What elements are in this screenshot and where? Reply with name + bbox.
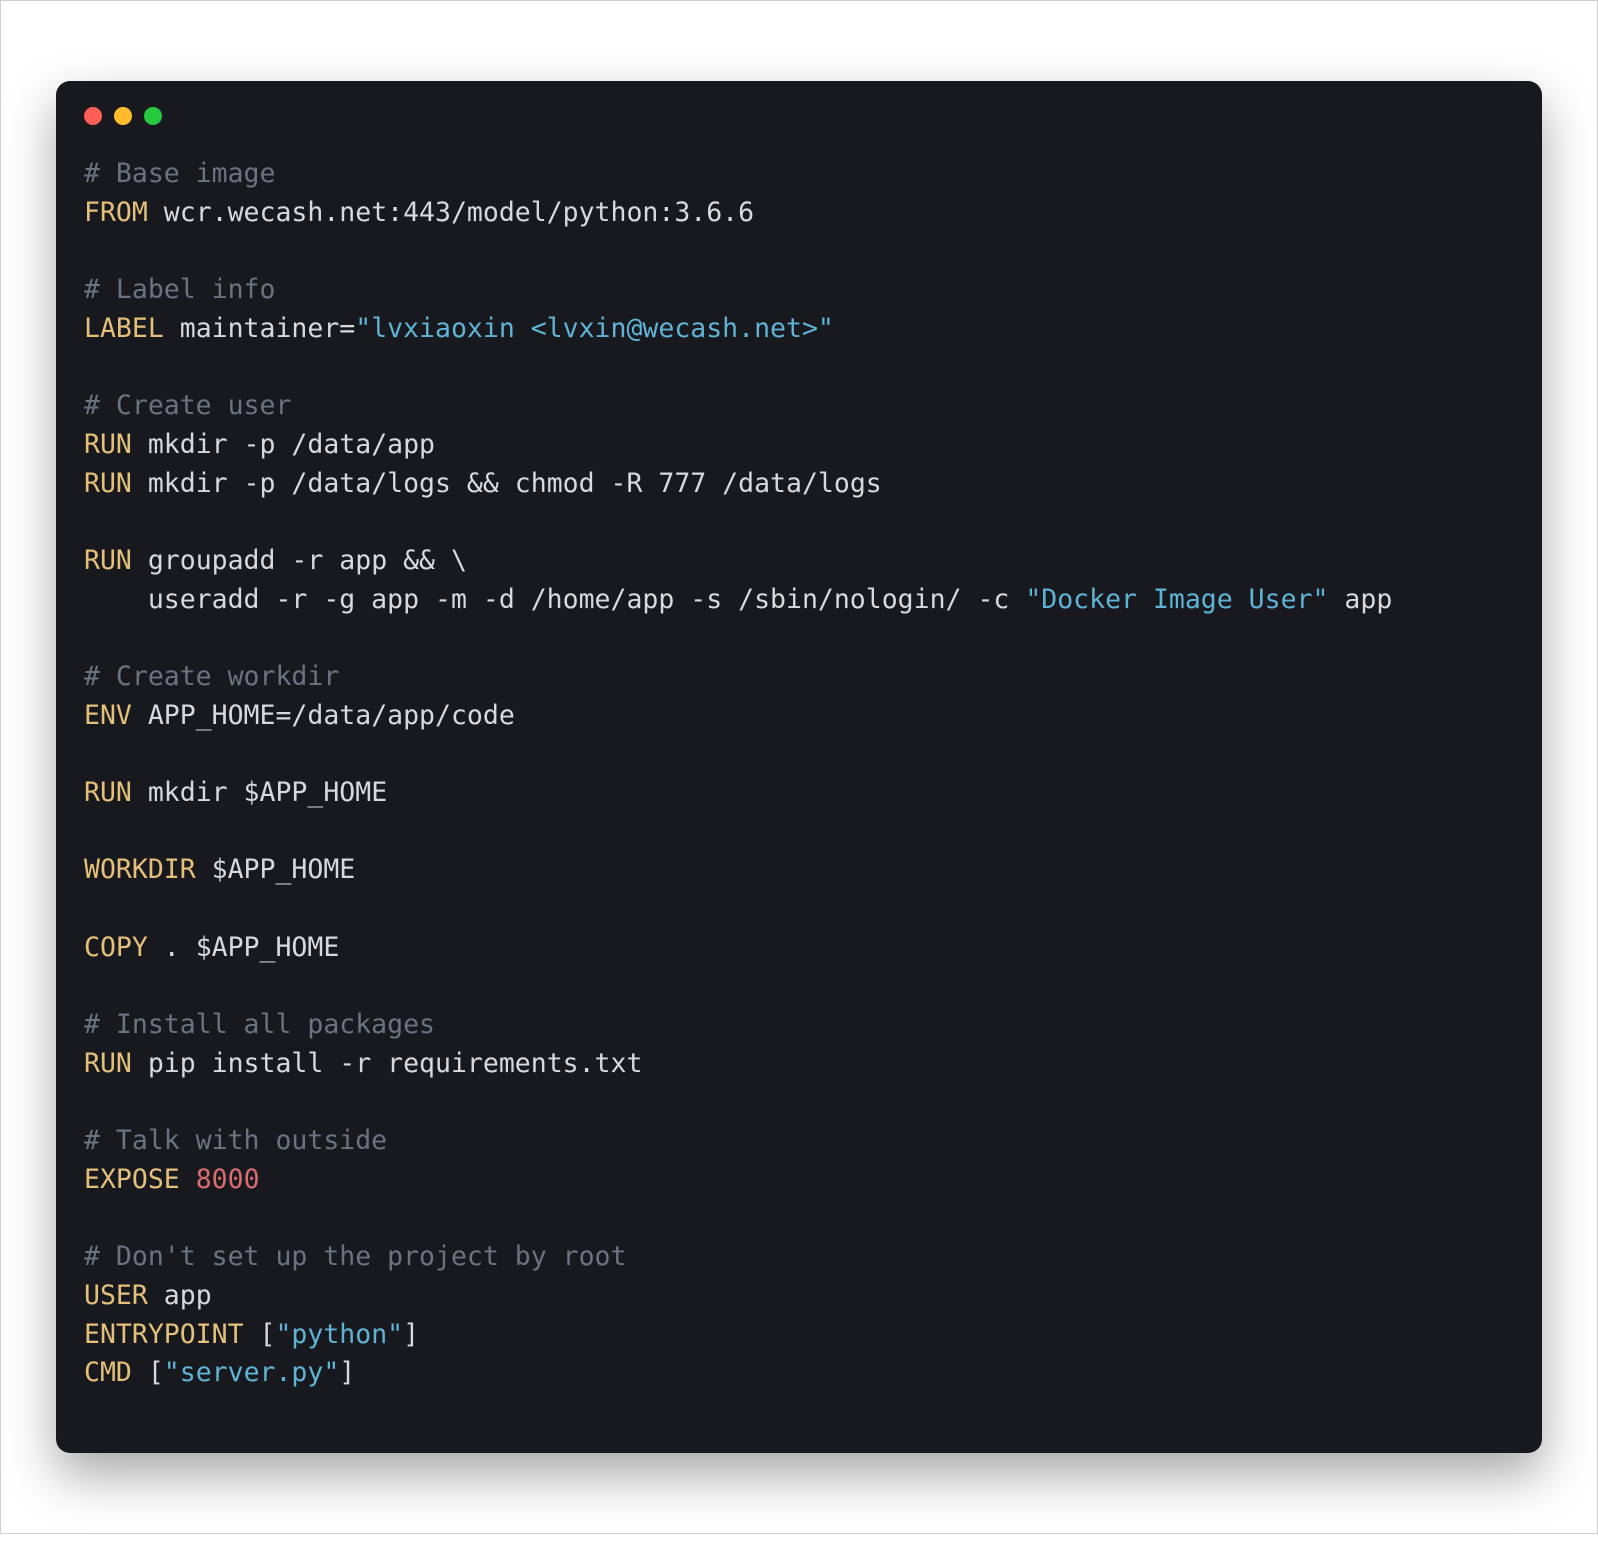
- code-token: # Create user: [84, 390, 291, 421]
- code-token: $APP_HOME: [196, 854, 356, 885]
- code-token: groupadd -r app && \: [132, 545, 467, 576]
- code-token: useradd -r -g app -m -d /home/app -s /sb…: [84, 584, 1025, 615]
- code-token: "Docker Image User": [1025, 584, 1328, 615]
- code-token: RUN: [84, 429, 132, 460]
- code-token: [180, 1164, 196, 1195]
- code-token: # Install all packages: [84, 1009, 435, 1040]
- minimize-icon[interactable]: [114, 107, 132, 125]
- code-token: mkdir -p /data/app: [132, 429, 435, 460]
- code-token: FROM: [84, 197, 148, 228]
- code-window: # Base image FROM wcr.wecash.net:443/mod…: [56, 81, 1542, 1453]
- code-token: USER: [84, 1280, 148, 1311]
- code-token: APP_HOME=/data/app/code: [132, 700, 515, 731]
- code-token: 8000: [196, 1164, 260, 1195]
- code-token: wcr.wecash.net:443/model/python:3.6.6: [148, 197, 754, 228]
- code-token: pip install -r requirements.txt: [132, 1048, 643, 1079]
- code-token: mkdir -p /data/logs && chmod -R 777 /dat…: [132, 468, 882, 499]
- code-token: app: [148, 1280, 212, 1311]
- code-token: # Don't set up the project by root: [84, 1241, 626, 1272]
- code-token: mkdir $APP_HOME: [132, 777, 387, 808]
- code-token: COPY: [84, 932, 148, 963]
- code-token: ENTRYPOINT: [84, 1319, 244, 1350]
- code-token: # Base image: [84, 158, 275, 189]
- code-token: "server.py": [164, 1357, 340, 1388]
- code-token: "python": [275, 1319, 403, 1350]
- code-token: ]: [339, 1357, 355, 1388]
- code-token: [: [132, 1357, 164, 1388]
- code-token: EXPOSE: [84, 1164, 180, 1195]
- code-token: RUN: [84, 545, 132, 576]
- code-token: ]: [403, 1319, 419, 1350]
- window-controls: [84, 107, 1514, 125]
- code-token: ENV: [84, 700, 132, 731]
- maximize-icon[interactable]: [144, 107, 162, 125]
- code-token: RUN: [84, 1048, 132, 1079]
- code-token: LABEL: [84, 313, 164, 344]
- code-token: "lvxiaoxin <lvxin@wecash.net>": [355, 313, 834, 344]
- dockerfile-code: # Base image FROM wcr.wecash.net:443/mod…: [84, 155, 1514, 1393]
- close-icon[interactable]: [84, 107, 102, 125]
- code-token: RUN: [84, 777, 132, 808]
- code-token: maintainer=: [164, 313, 355, 344]
- code-token: CMD: [84, 1357, 132, 1388]
- code-token: RUN: [84, 468, 132, 499]
- code-token: WORKDIR: [84, 854, 196, 885]
- code-token: app: [1328, 584, 1392, 615]
- code-token: # Create workdir: [84, 661, 339, 692]
- code-token: # Label info: [84, 274, 275, 305]
- code-token: . $APP_HOME: [148, 932, 339, 963]
- code-token: [: [244, 1319, 276, 1350]
- code-token: # Talk with outside: [84, 1125, 387, 1156]
